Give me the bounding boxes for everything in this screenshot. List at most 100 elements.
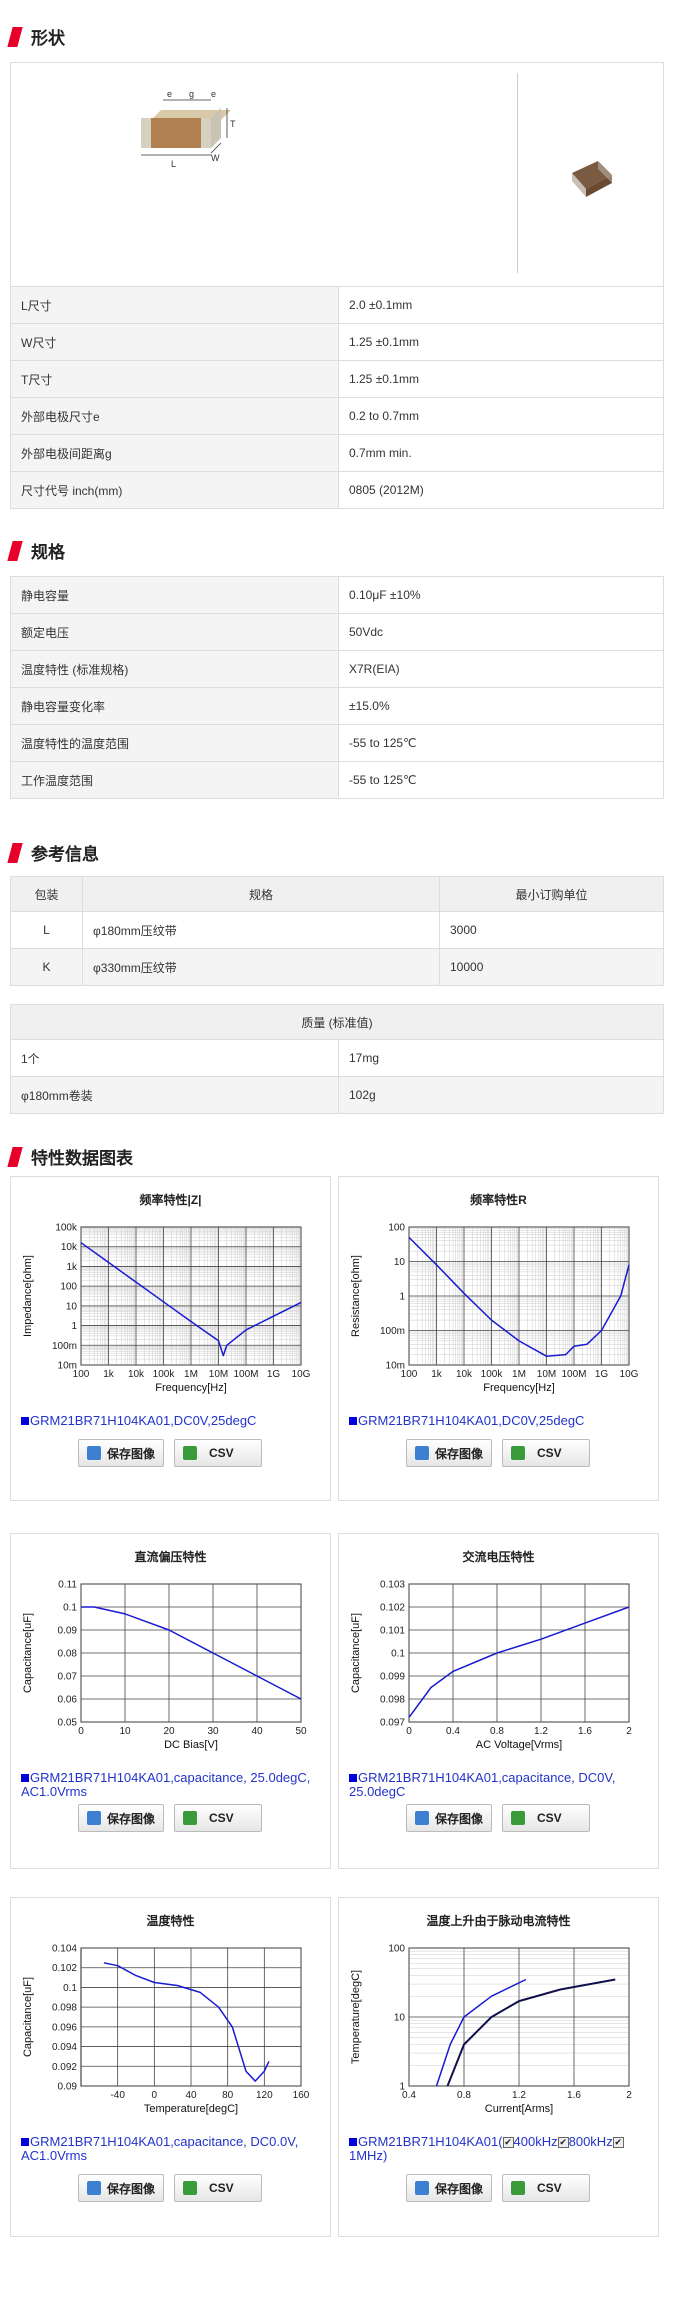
y-tick-label: 0.101 (380, 1626, 405, 1637)
section-mark (7, 842, 23, 863)
csv-button[interactable]: CSV (502, 2174, 590, 2202)
series-checkbox[interactable]: ✔ (557, 2137, 569, 2149)
table-row: φ180mm卷装 102g (10, 1076, 664, 1114)
y-tick-label: 0.094 (52, 2042, 77, 2053)
x-tick-label: 1.2 (512, 2090, 526, 2101)
x-tick-label: 30 (207, 1726, 219, 1737)
chart-title: 温度上升由于脉动电流特性 (426, 1914, 571, 1928)
csv-button[interactable]: CSV (174, 1804, 262, 1832)
y-tick-label: 10k (61, 1242, 78, 1253)
save-image-button[interactable]: 保存图像 (78, 1804, 165, 1832)
x-tick-label: 100k (153, 1369, 176, 1380)
y-tick-label: 0.06 (58, 1695, 78, 1706)
series-checkbox[interactable]: ✔ (502, 2137, 514, 2149)
row-label: 外部电极间距离g (10, 434, 339, 472)
y-tick-label: 0.102 (380, 1603, 405, 1614)
chart-plot: 100 1k 10k 100k 1M 10M 100M 1G 10G100k10k1k10010… (22, 1223, 311, 1395)
chart-plot: 0 0.4 0.8 1.2 1.6 2 0.103 0.102 0.101 0.1 0.099 0.0… (350, 1580, 632, 1752)
legend-square-icon (349, 2138, 357, 2146)
y-tick-label: 0.07 (58, 1672, 78, 1683)
y-tick-label: 100 (388, 1223, 405, 1234)
x-tick-label: 0 (78, 1726, 84, 1737)
table-row: 静电容量变化率 ±15.0% (10, 687, 664, 725)
save-image-button[interactable]: 保存图像 (78, 1439, 165, 1467)
row-value: 0805 (2012M) (338, 471, 664, 509)
row-label: 静电容量变化率 (10, 687, 339, 725)
x-tick-label: 1G (267, 1369, 281, 1380)
csv-icon (511, 1811, 525, 1825)
chart-caption: GRM21BR71H104KA01,capacitance, 25.0degC,… (21, 1771, 321, 1799)
y-tick-label: 100k (55, 1223, 78, 1234)
y-tick-label: 0.09 (58, 2082, 78, 2093)
chart-plot: -40 0 40 80 120 160 0.104 0.102 0.1 0.098 0.096 0.0… (22, 1944, 310, 2116)
x-tick-label: 10G (292, 1369, 311, 1380)
csv-icon (183, 1446, 197, 1460)
row-value: -55 to 125℃ (338, 761, 664, 799)
y-axis-label: Capacitance[uF] (350, 1613, 362, 1693)
table-row: T尺寸 1.25 ±0.1mm (10, 360, 664, 398)
csv-button[interactable]: CSV (502, 1804, 590, 1832)
y-tick-label: 1 (399, 2082, 405, 2093)
dim-e1-label: e (167, 89, 172, 99)
mass-table: 质量 (标准值) 1个 17mg φ180mm卷装 102g (10, 1004, 664, 1114)
x-tick-label: 10k (128, 1369, 145, 1380)
row-label: 尺寸代号 inch(mm) (10, 471, 339, 509)
chip-photo (572, 161, 612, 197)
chart-plot: 0 10 20 30 40 50 0.11 0.1 0.09 0.08 0.07 0.06 0.05 DC… (22, 1580, 307, 1752)
row-value: 0.10μF ±10% (338, 576, 664, 614)
y-tick-label: 0.1 (63, 1603, 77, 1614)
row-label: 外部电极尺寸e (10, 397, 339, 435)
y-tick-label: 0.092 (52, 2062, 77, 2073)
csv-button[interactable]: CSV (174, 2174, 262, 2202)
y-tick-label: 0.102 (52, 1963, 77, 1974)
col-header-spec: 规格 (82, 876, 440, 912)
y-tick-label: 0.103 (380, 1580, 405, 1591)
save-icon (87, 1446, 101, 1460)
chart-caption: GRM21BR71H104KA01,DC0V,25degC (21, 1414, 321, 1428)
save-image-button[interactable]: 保存图像 (406, 2174, 493, 2202)
legend-square-icon (21, 1417, 29, 1425)
x-tick-label: 10M (537, 1369, 556, 1380)
x-tick-label: 0 (406, 1726, 412, 1737)
csv-button[interactable]: CSV (174, 1439, 262, 1467)
dim-g-label: g (189, 89, 194, 99)
row-label: 工作温度范围 (10, 761, 339, 799)
chart-plot: 0.4 0.8 1.2 1.6 2100101Current[Arms]Temperat… (350, 1944, 632, 2116)
y-tick-label: 0.05 (58, 1718, 78, 1729)
save-icon (415, 1811, 429, 1825)
csv-icon (511, 2181, 525, 2195)
section-title-ref: 参考信息 (7, 840, 99, 865)
x-axis-label: Frequency[Hz] (155, 1382, 227, 1394)
save-icon (87, 1811, 101, 1825)
y-tick-label: 10m (386, 1361, 405, 1372)
table-row: 温度特性 (标准规格) X7R(EIA) (10, 650, 664, 688)
row-value: 1.25 ±0.1mm (338, 323, 664, 361)
row-label: 额定电压 (10, 613, 339, 651)
row-label: 温度特性的温度范围 (10, 724, 339, 762)
x-tick-label: 0.8 (457, 2090, 471, 2101)
save-image-button[interactable]: 保存图像 (78, 2174, 165, 2202)
x-tick-label: -40 (110, 2090, 125, 2101)
x-tick-label: 0 (152, 2090, 158, 2101)
table-row: W尺寸 1.25 ±0.1mm (10, 323, 664, 361)
row-value: X7R(EIA) (338, 650, 664, 688)
y-axis-label: Temperature[degC] (350, 1970, 362, 2064)
caption-text: 800kHz (568, 2134, 613, 2149)
save-image-button[interactable]: 保存图像 (406, 1439, 493, 1467)
chart-card: 温度特性 -40 0 40 80 120 160 0.104 0.102 0.1 0.098 0.09… (10, 1897, 331, 2237)
series-checkbox[interactable]: ✔ (612, 2137, 624, 2149)
x-tick-label: 100M (561, 1369, 586, 1380)
x-axis-label: AC Voltage[Vrms] (476, 1739, 562, 1751)
y-tick-label: 100 (388, 1944, 405, 1955)
csv-button[interactable]: CSV (502, 1439, 590, 1467)
table-row: 尺寸代号 inch(mm) 0805 (2012M) (10, 471, 664, 509)
chart-title: 直流偏压特性 (134, 1550, 207, 1564)
row-value: 50Vdc (338, 613, 664, 651)
x-axis-label: Current[Arms] (485, 2103, 553, 2115)
y-tick-label: 0.08 (58, 1649, 78, 1660)
row-label: W尺寸 (10, 323, 339, 361)
y-tick-label: 0.11 (58, 1580, 77, 1591)
save-image-button[interactable]: 保存图像 (406, 1804, 493, 1832)
dim-w-label: W (211, 153, 220, 163)
chart-caption: GRM21BR71H104KA01,capacitance, DC0.0V, A… (21, 2135, 321, 2163)
